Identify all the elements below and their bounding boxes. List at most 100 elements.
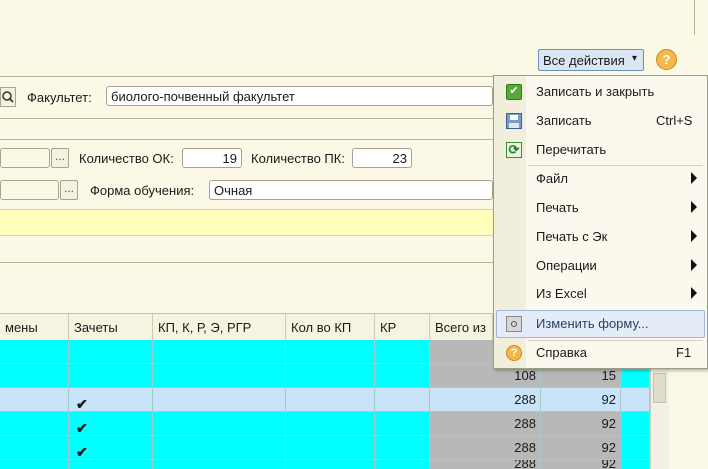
menu-item-label: Записать и закрыть bbox=[536, 84, 655, 99]
field-left-2[interactable] bbox=[0, 180, 59, 200]
table-cell bbox=[375, 364, 430, 388]
table-cell bbox=[153, 340, 286, 364]
column-header[interactable]: мены bbox=[0, 314, 69, 341]
table-cell: 92 bbox=[541, 388, 621, 412]
submenu-arrow-icon bbox=[691, 230, 697, 242]
column-header[interactable]: КР bbox=[375, 314, 430, 341]
table-cell bbox=[0, 460, 69, 469]
table-cell bbox=[0, 388, 69, 412]
select-button[interactable]: ... bbox=[51, 148, 69, 168]
select-button[interactable]: ... bbox=[60, 180, 78, 200]
table-cell: ✔ bbox=[69, 388, 153, 412]
table-cell bbox=[153, 412, 286, 436]
table-cell-total: 288 bbox=[430, 388, 541, 412]
table-cell bbox=[153, 364, 286, 388]
table-cell bbox=[153, 460, 286, 469]
submenu-arrow-icon bbox=[691, 201, 697, 213]
menu-item-from-excel[interactable]: Из Excel bbox=[496, 280, 705, 308]
menu-item-label: Из Excel bbox=[536, 286, 587, 301]
save-close-icon: ✔ bbox=[506, 84, 522, 100]
table-row[interactable]: ✔ 288 92 bbox=[0, 436, 650, 460]
table-cell bbox=[286, 364, 375, 388]
menu-item-save-and-close[interactable]: ✔ Записать и закрыть bbox=[496, 78, 705, 106]
column-header[interactable]: Зачеты bbox=[69, 314, 153, 341]
table-row-selected[interactable]: ✔ 288 92 bbox=[0, 388, 650, 412]
table-cell bbox=[621, 436, 650, 460]
menu-item-help[interactable]: ? Справка F1 bbox=[496, 339, 705, 367]
separator bbox=[0, 262, 493, 263]
table-cell bbox=[153, 388, 286, 412]
menu-item-operations[interactable]: Операции bbox=[496, 252, 705, 280]
table-cell bbox=[621, 412, 650, 436]
study-form-label: Форма обучения: bbox=[90, 183, 195, 198]
count-pk-field[interactable]: 23 bbox=[352, 148, 412, 168]
menu-item-label: Записать bbox=[536, 113, 592, 128]
faculty-field[interactable]: биолого-почвенный факультет bbox=[106, 86, 493, 106]
table-cell: 92 bbox=[541, 436, 621, 460]
chevron-down-icon: ▾ bbox=[632, 53, 638, 64]
faculty-label: Факультет: bbox=[27, 90, 92, 105]
scrollbar-thumb[interactable] bbox=[653, 373, 666, 403]
table-cell: 92 bbox=[541, 412, 621, 436]
table-cell bbox=[0, 436, 69, 460]
table-cell bbox=[375, 340, 430, 364]
submenu-arrow-icon bbox=[691, 259, 697, 271]
submenu-arrow-icon bbox=[691, 287, 697, 299]
all-actions-button[interactable]: Все действия ▾ bbox=[538, 49, 644, 71]
table-cell-total: 288 bbox=[430, 412, 541, 436]
table-cell bbox=[375, 388, 430, 412]
table-cell bbox=[286, 412, 375, 436]
submenu-arrow-icon bbox=[691, 172, 697, 184]
table-cell bbox=[621, 388, 650, 412]
column-header[interactable]: КП, К, Р, Э, РГР bbox=[153, 314, 286, 341]
table-cell-total: 288 bbox=[430, 436, 541, 460]
table-cell bbox=[0, 364, 69, 388]
menu-item-reload[interactable]: ⟳ Перечитать bbox=[496, 136, 705, 164]
menu-item-save[interactable]: Записать Ctrl+S bbox=[496, 107, 705, 135]
table-cell bbox=[621, 460, 650, 469]
menu-item-label: Печать с Эк bbox=[536, 229, 608, 244]
form-edit-icon bbox=[506, 316, 522, 332]
menu-item-print[interactable]: Печать bbox=[496, 194, 705, 222]
table-cell-total: 288 bbox=[430, 460, 541, 469]
table-cell: ✔ bbox=[69, 412, 153, 436]
table-cell: 92 bbox=[541, 460, 621, 469]
count-ok-field[interactable]: 19 bbox=[182, 148, 242, 168]
table-row[interactable]: 288 92 bbox=[0, 460, 650, 469]
menu-item-edit-form[interactable]: Изменить форму... bbox=[496, 310, 705, 338]
column-header[interactable]: Кол во КП bbox=[286, 314, 375, 341]
column-header[interactable]: Всего из bbox=[430, 314, 493, 341]
floppy-disk-icon bbox=[506, 113, 522, 129]
table-cell: ✔ bbox=[69, 436, 153, 460]
separator bbox=[0, 76, 493, 77]
help-icon: ? bbox=[662, 52, 671, 67]
count-ok-label: Количество ОК: bbox=[79, 151, 174, 166]
menu-item-label: Печать bbox=[536, 200, 579, 215]
help-icon: ? bbox=[506, 345, 522, 361]
table-cell bbox=[286, 436, 375, 460]
help-button[interactable]: ? bbox=[656, 49, 677, 70]
table-cell bbox=[375, 412, 430, 436]
count-pk-label: Количество ПК: bbox=[251, 151, 345, 166]
table-cell bbox=[153, 436, 286, 460]
table-cell bbox=[375, 436, 430, 460]
all-actions-menu: ✔ Записать и закрыть Записать Ctrl+S ⟳ П… bbox=[493, 75, 708, 369]
menu-item-print-ek[interactable]: Печать с Эк bbox=[496, 223, 705, 251]
field-left-1[interactable] bbox=[0, 148, 50, 168]
menu-item-label: Справка bbox=[536, 345, 587, 360]
table-cell bbox=[375, 460, 430, 469]
table-cell bbox=[0, 412, 69, 436]
menu-item-label: Файл bbox=[536, 171, 568, 186]
table-row[interactable]: ✔ 288 92 bbox=[0, 412, 650, 436]
magnifier-icon bbox=[2, 91, 14, 103]
info-band bbox=[0, 209, 493, 236]
reload-icon: ⟳ bbox=[506, 142, 522, 158]
menu-item-shortcut: F1 bbox=[676, 345, 692, 360]
study-form-field[interactable]: Очная bbox=[209, 180, 493, 200]
window-right-border bbox=[694, 0, 695, 35]
table-cell bbox=[286, 340, 375, 364]
search-button[interactable] bbox=[0, 87, 16, 107]
table-cell bbox=[0, 340, 69, 364]
menu-item-label: Изменить форму... bbox=[536, 316, 649, 331]
menu-item-file[interactable]: Файл bbox=[496, 165, 705, 193]
